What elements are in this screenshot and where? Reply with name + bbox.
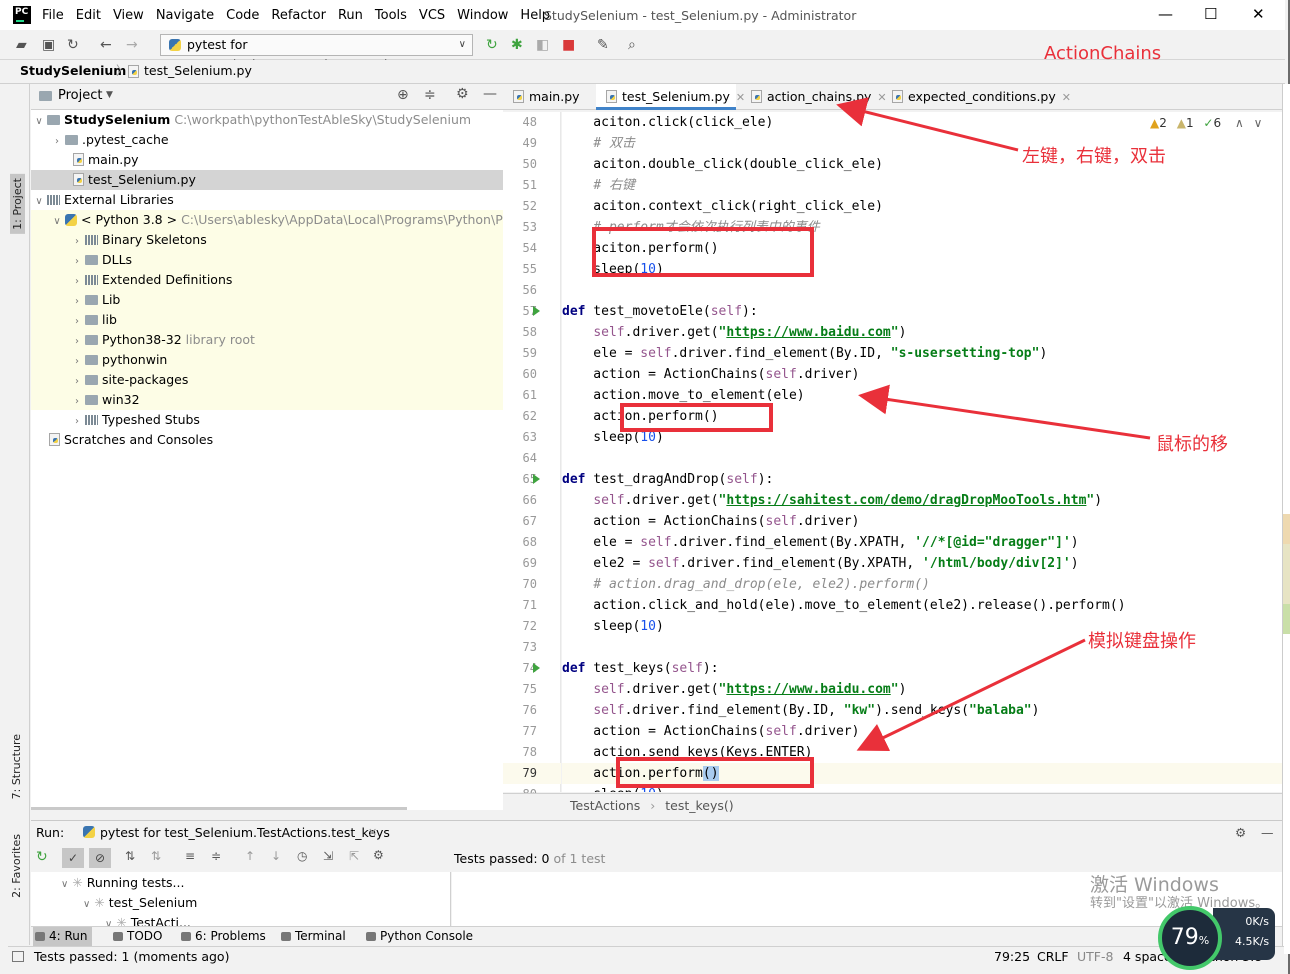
import-icon[interactable]: ⇲ [323, 849, 333, 863]
test-node-class[interactable]: ∨ ✳ TestActi... [105, 915, 191, 926]
expand-all-icon[interactable]: ≡ [185, 849, 195, 863]
run-label: Run: [36, 825, 65, 840]
toggle-panels-icon[interactable] [12, 951, 24, 962]
windows-activation-watermark: 激活 Windows 转到"设置"以激活 Windows。 [1090, 874, 1269, 911]
run-toolbar: ↻ ✓ ⊘ ⇅ ⇅ ≡ ≑ ↑ ↓ ◷ ⇲ ⇱ ⚙ [31, 844, 451, 872]
history-icon[interactable]: ◷ [297, 849, 307, 863]
tool-tab-problems[interactable]: 6: Problems [179, 927, 266, 946]
collapse-all-icon[interactable]: ≑ [211, 849, 221, 863]
annotation-clicks: 左键，右键，双击 [1022, 146, 1166, 167]
ide-window: PC File Edit View Navigate Code Refactor… [0, 0, 1290, 974]
gear-icon[interactable]: ⚙ [1235, 821, 1246, 844]
show-ignored-icon[interactable]: ⊘ [89, 848, 111, 868]
sort-duration-icon[interactable]: ⇅ [151, 849, 161, 863]
annotation-mouse-move: 鼠标的移 [1156, 434, 1228, 455]
tool-tab-run[interactable]: 4: Run [33, 927, 92, 946]
annotation-keyboard: 模拟键盘操作 [1088, 631, 1196, 652]
test-tree: ∨ ✳ Running tests... ∨ ✳ test_Selenium ∨… [31, 872, 451, 926]
close-tab-icon[interactable]: ✕ [368, 821, 377, 844]
cpu-usage-gauge[interactable]: 79% [1158, 906, 1222, 970]
caret-position[interactable]: 79:25 [994, 947, 1030, 966]
tool-tab-python-console[interactable]: Python Console [364, 927, 473, 946]
export-icon[interactable]: ⇱ [349, 849, 359, 863]
arrow-to-action-chains [836, 97, 1019, 152]
status-message: Tests passed: 1 (moments ago) [34, 949, 230, 964]
previous-icon[interactable]: ↑ [245, 849, 255, 863]
tool-tab-todo[interactable]: TODO [111, 927, 162, 946]
arrow-to-send-keys [856, 638, 1086, 752]
python-icon [83, 826, 95, 838]
tool-tab-terminal[interactable]: Terminal [279, 927, 346, 946]
rerun-icon[interactable]: ↻ [36, 849, 48, 865]
network-speed-widget: 0K/s 4.5K/s [1213, 908, 1275, 960]
gear-icon[interactable]: ⚙ [373, 848, 384, 862]
hide-icon[interactable]: — [1261, 821, 1274, 844]
line-separator[interactable]: CRLF [1037, 947, 1069, 966]
tests-status: Tests passed: 0 of 1 test [454, 851, 606, 866]
arrow-to-move-element [858, 384, 1151, 440]
test-node-module[interactable]: ∨ ✳ test_Selenium [83, 895, 197, 910]
sort-alpha-icon[interactable]: ⇅ [125, 849, 135, 863]
test-node-running[interactable]: ∨ ✳ Running tests... [61, 875, 184, 890]
run-config-tab[interactable]: pytest for test_Selenium.TestActions.tes… [100, 821, 390, 844]
status-bar: Tests passed: 1 (moments ago) 79:25 CRLF… [8, 946, 1284, 966]
next-icon[interactable]: ↓ [271, 849, 281, 863]
file-encoding[interactable]: UTF-8 [1077, 947, 1113, 966]
show-passed-icon[interactable]: ✓ [62, 848, 84, 868]
run-panel-header: Run: pytest for test_Selenium.TestAction… [31, 820, 1282, 844]
tool-window-tabs: 4: Run TODO 6: Problems Terminal Python … [31, 926, 1282, 946]
